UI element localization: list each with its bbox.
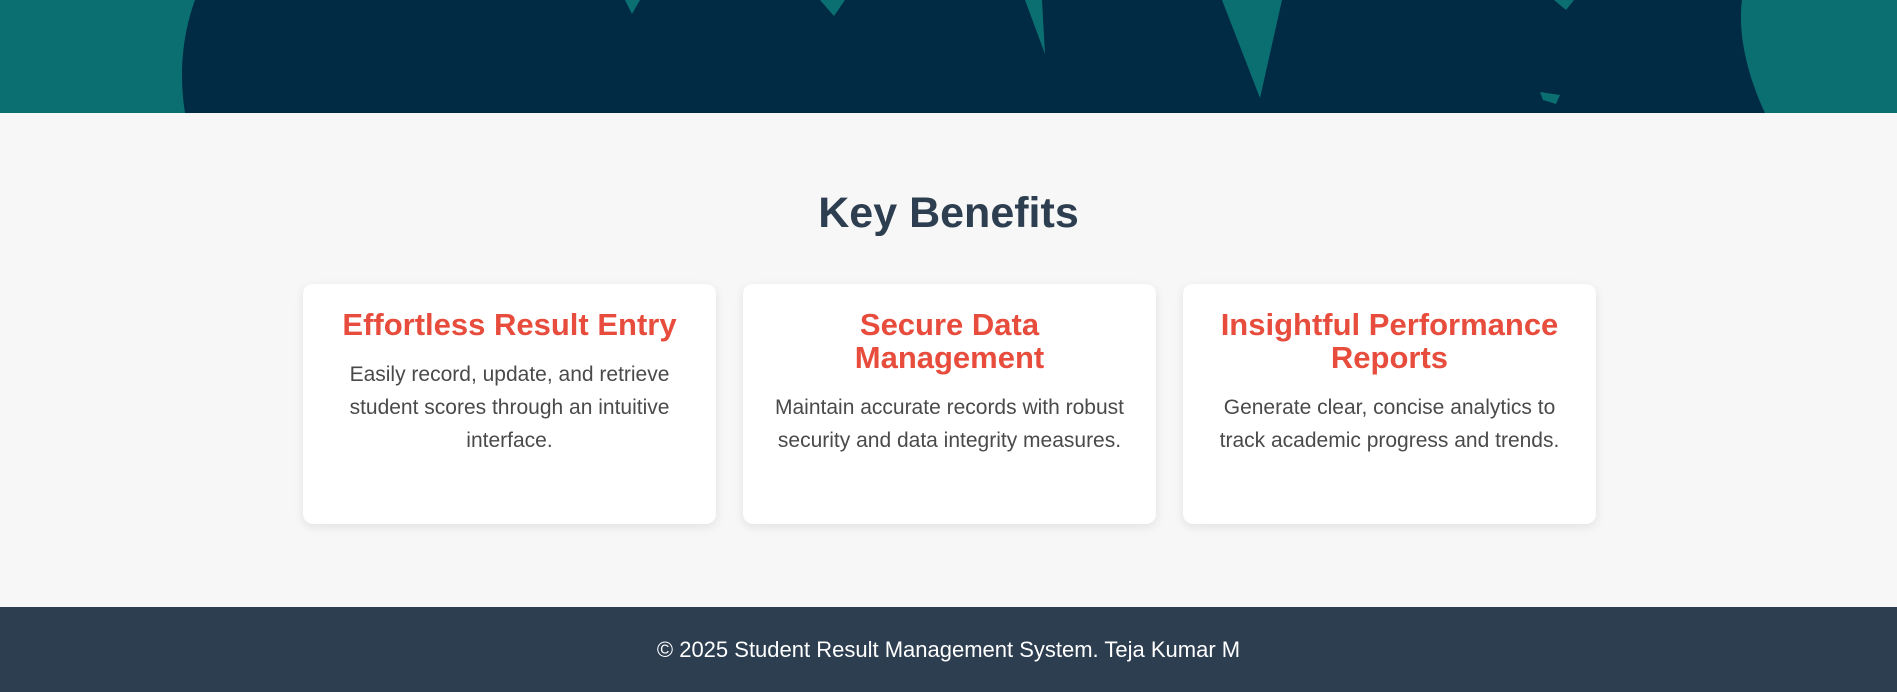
benefit-card-title: Insightful Performance Reports [1220, 307, 1559, 375]
benefit-card: Secure Data Management Maintain accurate… [743, 284, 1156, 524]
benefit-card-title: Effortless Result Entry [342, 307, 677, 342]
benefit-card-text: Easily record, update, and retrieve stud… [349, 363, 670, 452]
hero-image-strip [0, 0, 1897, 113]
benefits-section: Key Benefits Effortless Result Entry Eas… [0, 113, 1897, 607]
benefit-card: Insightful Performance Reports Generate … [1183, 284, 1596, 524]
benefit-card-text: Maintain accurate records with robust se… [775, 396, 1124, 452]
benefit-card-text: Generate clear, concise analytics to tra… [1219, 396, 1560, 452]
benefit-card: Effortless Result Entry Easily record, u… [303, 284, 716, 524]
benefit-card-title: Secure Data Management [854, 307, 1045, 375]
footer-copyright: © 2025 Student Result Management System.… [656, 636, 1241, 662]
section-title: Key Benefits [818, 189, 1079, 237]
hero-silhouette-graphic [0, 0, 1897, 113]
page-footer: © 2025 Student Result Management System.… [0, 607, 1897, 692]
